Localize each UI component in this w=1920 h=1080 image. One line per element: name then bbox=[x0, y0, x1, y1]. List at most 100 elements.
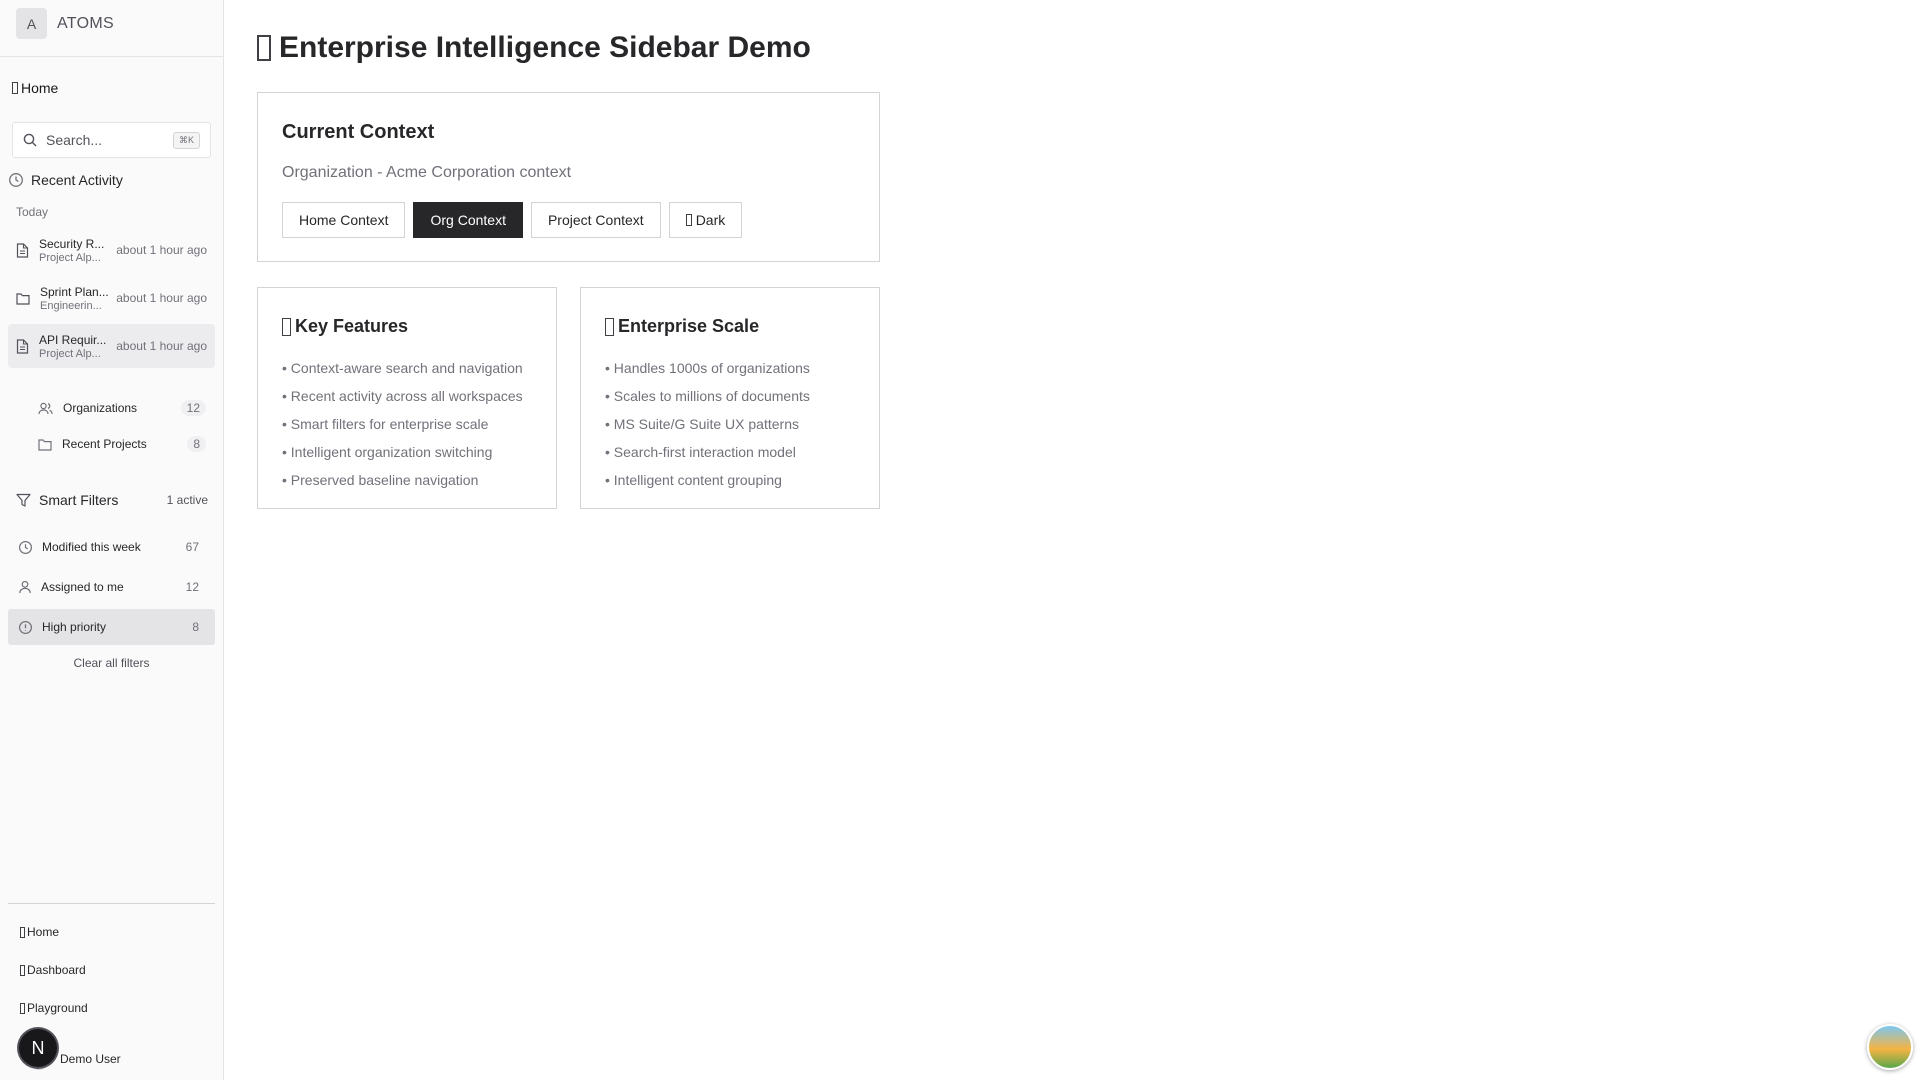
filter-label: Assigned to me bbox=[41, 580, 124, 594]
bottom-link-home[interactable]: Home bbox=[20, 925, 59, 939]
users-icon bbox=[38, 402, 53, 414]
enterprise-scale-heading: Enterprise Scale bbox=[605, 316, 759, 337]
sidebar-item-organizations[interactable]: Organizations 12 bbox=[38, 393, 208, 423]
enterprise-scale-icon bbox=[605, 317, 614, 336]
current-context-heading: Current Context bbox=[282, 121, 435, 143]
alert-circle-icon bbox=[18, 620, 33, 634]
dashboard-icon bbox=[20, 964, 25, 976]
enterprise-scale-list: • Handles 1000s of organizations • Scale… bbox=[605, 354, 810, 494]
moon-icon bbox=[685, 214, 692, 226]
clock-icon bbox=[9, 173, 23, 187]
filter-count: 8 bbox=[192, 620, 199, 634]
sidebar-item-recent-projects[interactable]: Recent Projects 8 bbox=[38, 429, 208, 459]
search-box[interactable]: ⌘K bbox=[12, 122, 211, 158]
list-item: • Search-first interaction model bbox=[605, 444, 796, 460]
folder-icon bbox=[38, 438, 52, 451]
activity-time: about 1 hour ago bbox=[116, 339, 207, 353]
dark-mode-label: Dark bbox=[695, 212, 726, 228]
filter-label: High priority bbox=[42, 620, 107, 634]
document-icon bbox=[16, 338, 29, 354]
filter-label: Modified this week bbox=[42, 540, 141, 554]
filter-icon bbox=[16, 493, 31, 507]
brand-name: ATOMS bbox=[57, 14, 114, 32]
n-badge-button[interactable]: N bbox=[19, 1029, 57, 1067]
activity-item[interactable]: Security R... Project Alp... about 1 hou… bbox=[8, 228, 215, 272]
activity-item[interactable]: API Requir... Project Alp... about 1 hou… bbox=[8, 324, 215, 368]
page-title-text: Enterprise Intelligence Sidebar Demo bbox=[279, 31, 811, 64]
current-context-description: Organization - Acme Corporation context bbox=[282, 164, 572, 181]
activity-subtitle: Engineerin... bbox=[40, 299, 102, 312]
recent-activity-header[interactable]: Recent Activity bbox=[8, 172, 123, 188]
title-icon bbox=[257, 35, 271, 61]
smart-filters-header[interactable]: Smart Filters 1 active bbox=[16, 492, 208, 508]
bottom-link-label: Dashboard bbox=[27, 963, 86, 977]
clock-icon bbox=[18, 540, 33, 554]
sidebar: A ATOMS Home ⌘K Recent Activity Today Se… bbox=[0, 0, 224, 1080]
list-item: • Intelligent organization switching bbox=[282, 444, 493, 460]
day-label: Today bbox=[16, 205, 49, 219]
list-item: • Context-aware search and navigation bbox=[282, 360, 523, 376]
floating-assistant-button[interactable] bbox=[1867, 1024, 1913, 1070]
home-link[interactable]: Home bbox=[12, 80, 58, 96]
brand[interactable]: A ATOMS bbox=[16, 8, 114, 39]
activity-time: about 1 hour ago bbox=[116, 291, 207, 305]
activity-title: API Requir... bbox=[39, 332, 107, 347]
search-input[interactable] bbox=[46, 132, 166, 148]
filter-count: 67 bbox=[185, 540, 199, 554]
filter-count: 12 bbox=[185, 580, 199, 594]
org-context-button[interactable]: Org Context bbox=[413, 202, 523, 238]
current-context-card: Current Context Organization - Acme Corp… bbox=[257, 92, 880, 262]
bottom-link-label: Home bbox=[27, 925, 60, 939]
recent-projects-count: 8 bbox=[187, 436, 206, 452]
recent-activity-title: Recent Activity bbox=[31, 172, 123, 188]
home-icon bbox=[20, 926, 25, 938]
activity-subtitle: Project Alp... bbox=[39, 347, 101, 360]
home-context-button[interactable]: Home Context bbox=[282, 202, 406, 238]
list-item: • Intelligent content grouping bbox=[605, 472, 782, 488]
activity-time: about 1 hour ago bbox=[116, 243, 207, 257]
folder-icon bbox=[16, 292, 30, 305]
search-shortcut: ⌘K bbox=[172, 131, 200, 149]
list-item: • Recent activity across all workspaces bbox=[282, 388, 523, 404]
organizations-label: Organizations bbox=[63, 401, 138, 415]
activity-title: Sprint Plan... bbox=[40, 284, 109, 299]
home-link-label: Home bbox=[21, 80, 59, 96]
filter-high-priority[interactable]: High priority 8 bbox=[8, 609, 215, 645]
enterprise-scale-title: Enterprise Scale bbox=[618, 316, 760, 336]
filter-modified-this-week[interactable]: Modified this week 67 bbox=[8, 529, 215, 565]
document-icon bbox=[16, 242, 29, 258]
bottom-link-label: Playground bbox=[27, 1001, 88, 1015]
organizations-count: 12 bbox=[180, 400, 206, 416]
search-icon bbox=[23, 133, 37, 147]
list-item: • Handles 1000s of organizations bbox=[605, 360, 810, 376]
key-features-card: Key Features • Context-aware search and … bbox=[257, 287, 557, 509]
dark-mode-button[interactable]: Dark bbox=[668, 202, 743, 238]
project-context-button[interactable]: Project Context bbox=[530, 202, 661, 238]
context-buttons: Home Context Org Context Project Context… bbox=[282, 202, 743, 238]
key-features-title: Key Features bbox=[295, 316, 409, 336]
divider bbox=[8, 903, 215, 904]
enterprise-scale-card: Enterprise Scale • Handles 1000s of orga… bbox=[580, 287, 880, 509]
brand-logo: A bbox=[16, 8, 47, 39]
activity-item[interactable]: Sprint Plan... Engineerin... about 1 hou… bbox=[8, 276, 215, 320]
home-icon bbox=[12, 82, 18, 94]
list-item: • Smart filters for enterprise scale bbox=[282, 416, 489, 432]
activity-title: Security R... bbox=[39, 236, 105, 251]
list-item: • MS Suite/G Suite UX patterns bbox=[605, 416, 799, 432]
list-item: • Scales to millions of documents bbox=[605, 388, 810, 404]
key-features-heading: Key Features bbox=[282, 316, 408, 337]
clear-filters-link[interactable]: Clear all filters bbox=[8, 656, 215, 670]
bottom-link-dashboard[interactable]: Dashboard bbox=[20, 963, 86, 977]
user-name: Demo User bbox=[60, 1052, 121, 1066]
filter-assigned-to-me[interactable]: Assigned to me 12 bbox=[8, 569, 215, 605]
recent-projects-label: Recent Projects bbox=[62, 437, 147, 451]
key-features-icon bbox=[282, 317, 291, 336]
key-features-list: • Context-aware search and navigation • … bbox=[282, 354, 523, 494]
playground-icon bbox=[20, 1002, 25, 1014]
list-item: • Preserved baseline navigation bbox=[282, 472, 479, 488]
page-title: Enterprise Intelligence Sidebar Demo bbox=[257, 31, 811, 65]
user-icon bbox=[19, 580, 31, 594]
smart-filters-title: Smart Filters bbox=[39, 492, 119, 508]
active-filters-count: 1 active bbox=[166, 493, 208, 507]
bottom-link-playground[interactable]: Playground bbox=[20, 1001, 88, 1015]
